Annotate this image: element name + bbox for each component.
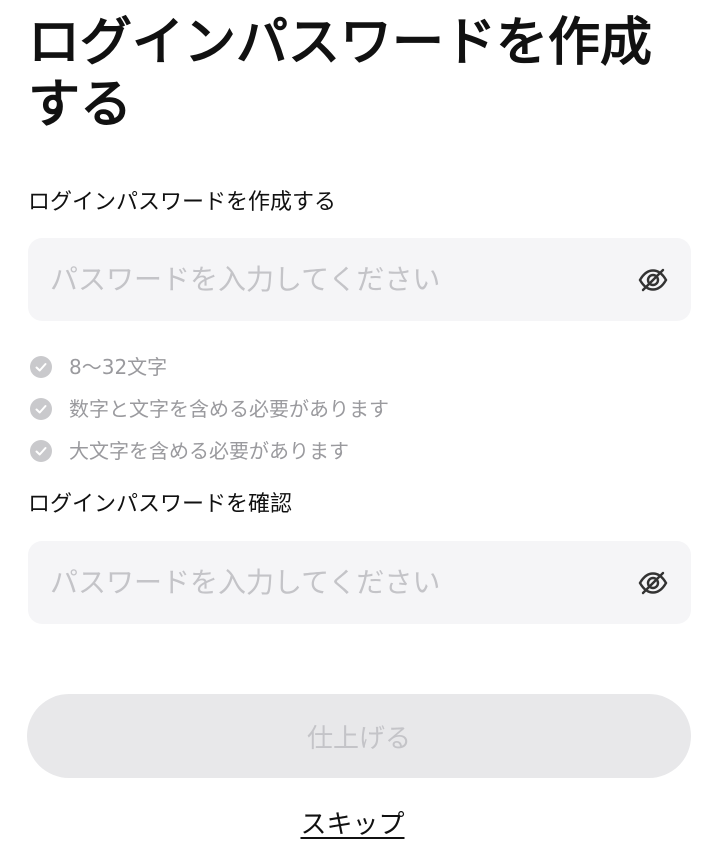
eye-off-icon[interactable]: [637, 567, 669, 599]
finish-button[interactable]: 仕上げる: [27, 694, 691, 778]
password-rule: 数字と文字を含める必要があります: [30, 388, 389, 430]
eye-off-icon[interactable]: [637, 264, 669, 296]
password-field-container: [28, 238, 691, 321]
password-rule-text: 数字と文字を含める必要があります: [69, 397, 389, 421]
confirm-field-container: [28, 541, 691, 624]
confirm-field-label: ログインパスワードを確認: [28, 492, 293, 517]
check-circle-icon: [30, 398, 52, 420]
password-rule: 8〜32文字: [30, 346, 389, 388]
skip-link[interactable]: スキップ: [300, 810, 404, 840]
check-circle-icon: [30, 356, 52, 378]
password-input[interactable]: [50, 238, 610, 321]
password-rule-text: 大文字を含める必要があります: [69, 439, 349, 463]
password-rules-list: 8〜32文字 数字と文字を含める必要があります 大文字を含める必要があります: [30, 346, 389, 472]
password-field-label: ログインパスワードを作成する: [28, 190, 337, 215]
password-rule-text: 8〜32文字: [69, 355, 168, 379]
confirm-password-input[interactable]: [50, 541, 610, 624]
password-rule: 大文字を含める必要があります: [30, 430, 389, 472]
check-circle-icon: [30, 440, 52, 462]
page-title: ログインパスワードを作成する: [28, 13, 653, 135]
skip-container: スキップ: [0, 808, 705, 842]
